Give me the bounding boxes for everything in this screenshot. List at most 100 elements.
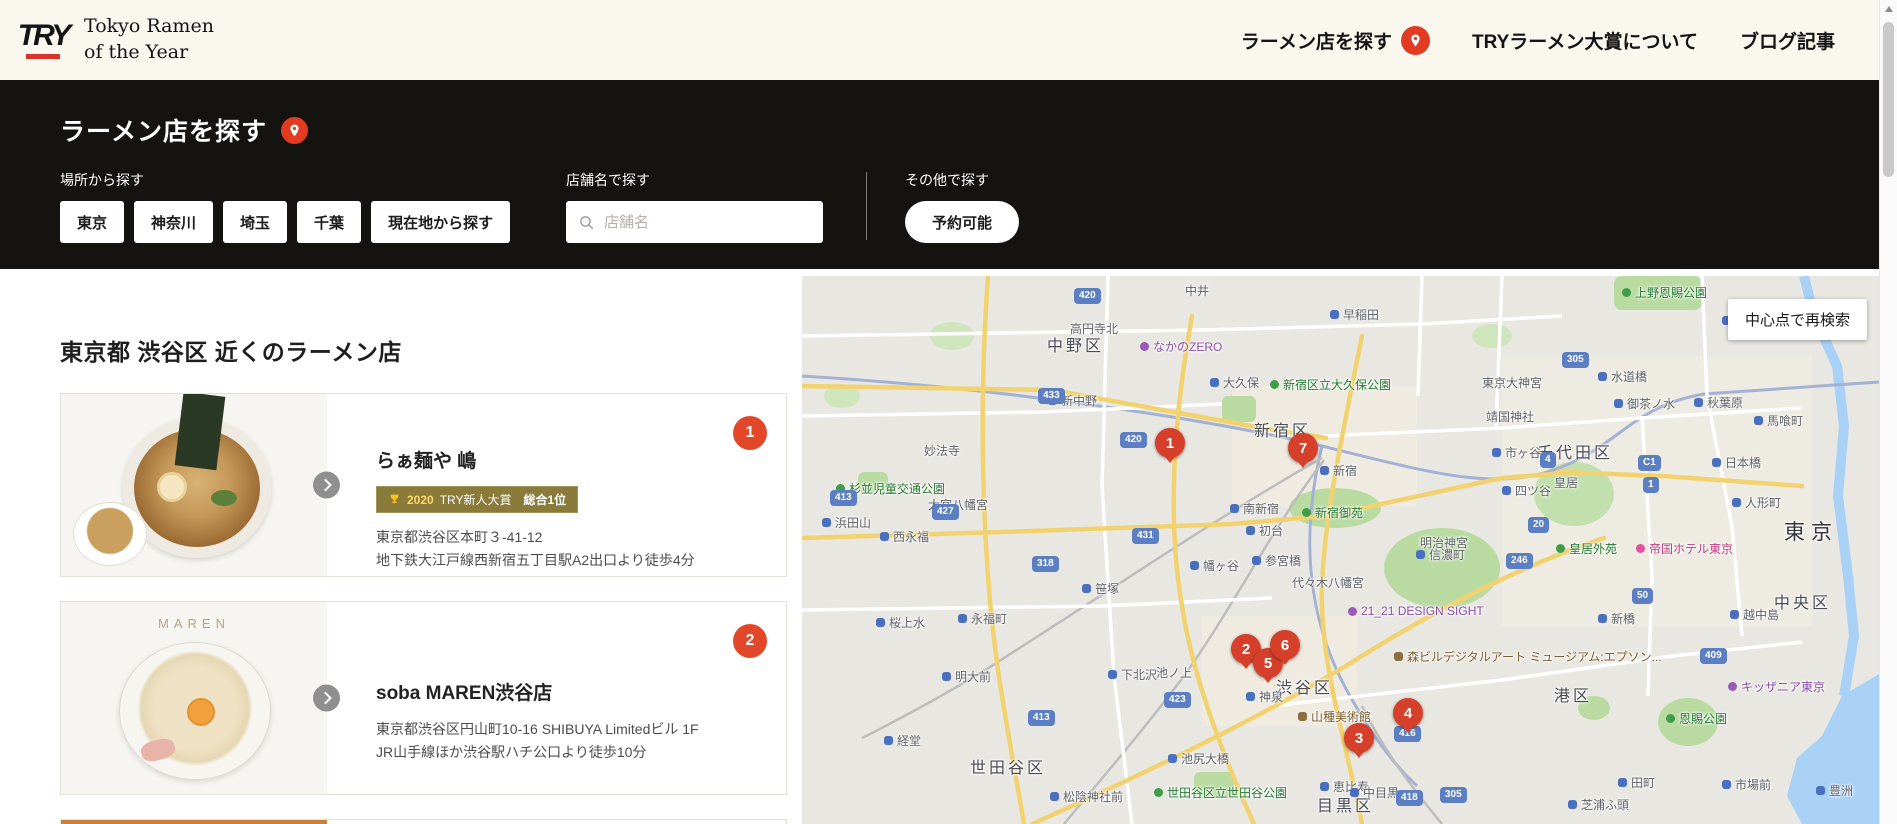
site-logo[interactable]: TRY Tokyo Ramen of the Year — [14, 11, 214, 69]
reservation-available-button[interactable]: 予約可能 — [905, 201, 1019, 243]
map-label-station: 田町 — [1618, 774, 1655, 791]
map[interactable]: 1234567中野区新宿区千代田区渋谷区世田谷区目黒区中央区港区東京豊洲高円寺北… — [802, 276, 1879, 824]
nav-item-find-shops-label: ラーメン店を探す — [1241, 27, 1392, 54]
map-label-station: 永福町 — [958, 610, 1007, 627]
map-label-station: 南新宿 — [1230, 500, 1279, 517]
map-marker-3[interactable]: 3 — [1344, 723, 1374, 753]
award-title: TRY新人大賞 — [440, 491, 512, 508]
try-logo-text: TRY — [18, 21, 68, 51]
site-header: TRY Tokyo Ramen of the Year ラーメン店を探す TRY… — [0, 0, 1879, 80]
map-label-park: 新宿区立大久保公園 — [1270, 376, 1391, 393]
route-shield-409: 409 — [1700, 648, 1727, 664]
nav-item-about-award[interactable]: TRYラーメン大賞について — [1472, 27, 1698, 54]
map-label-station: 芝浦ふ頭 — [1568, 796, 1629, 813]
map-label-station: 人形町 — [1732, 494, 1781, 511]
map-label-station: 下北沢 — [1108, 666, 1157, 683]
search-panel-title-row: ラーメン店を探す — [60, 112, 1879, 148]
route-shield-C1: C1 — [1638, 455, 1661, 471]
map-label-station: 初台 — [1246, 522, 1283, 539]
shop-address-block: 東京都渋谷区円山町10-16 SHIBUYA Limitedビル 1F JR山手… — [376, 718, 716, 764]
greens-topping — [211, 490, 237, 506]
egg-yolk-topping — [187, 698, 215, 726]
map-label-station: 市場前 — [1722, 776, 1771, 793]
route-shield-50: 50 — [1632, 588, 1653, 604]
location-button-4[interactable]: 現在地から探す — [371, 201, 510, 243]
map-label-place: 高円寺北 — [1070, 320, 1118, 337]
search-by-location: 場所から探す 東京神奈川埼玉千葉現在地から探す — [60, 170, 566, 243]
map-marker-1[interactable]: 1 — [1155, 428, 1185, 458]
page-scrollbar[interactable] — [1879, 0, 1897, 824]
map-label-station: 水道橋 — [1598, 368, 1647, 385]
site-title-line2: of the Year — [84, 40, 214, 66]
site-title: Tokyo Ramen of the Year — [84, 14, 214, 65]
shop-card-1[interactable]: 1 らぁ麺や 嶋 2020 TRY新人大賞 総合1位 東京都渋谷区本町３-41-… — [60, 393, 787, 577]
route-shield-1: 1 — [1643, 477, 1659, 493]
route-shield-413: 413 — [830, 490, 857, 506]
photo-next-button[interactable] — [313, 685, 340, 712]
shop-access: 地下鉄大江戸線西新宿五丁目駅A2出口より徒歩4分 — [376, 549, 716, 572]
map-label-city: 東京 — [1784, 516, 1838, 546]
header-nav: ラーメン店を探す TRYラーメン大賞について ブログ記事 — [1241, 26, 1835, 55]
map-label-park: 恩賜公園 — [1666, 710, 1727, 727]
route-shield-246: 246 — [1506, 553, 1533, 569]
scrollbar-thumb[interactable] — [1883, 22, 1894, 177]
map-label-poi: キッザニア東京 — [1728, 678, 1825, 695]
map-label-station: 日本橋 — [1712, 454, 1761, 471]
map-label-station: 四ツ谷 — [1502, 482, 1551, 499]
route-shield-413: 413 — [1028, 710, 1055, 726]
map-marker-7[interactable]: 7 — [1288, 433, 1318, 463]
photo-next-button[interactable] — [313, 472, 340, 499]
location-button-2[interactable]: 埼玉 — [223, 201, 287, 243]
route-shield-418: 418 — [1396, 790, 1423, 806]
map-label-station: 御茶ノ水 — [1614, 395, 1675, 412]
shop-name-input[interactable] — [604, 214, 811, 231]
map-label-station: 池尻大橋 — [1168, 750, 1229, 767]
route-shield-318: 318 — [1032, 556, 1059, 572]
shop-card-partial[interactable] — [60, 819, 787, 824]
map-label-park: 新宿御苑 — [1302, 504, 1363, 521]
map-label-poi: 21_21 DESIGN SIGHT — [1348, 604, 1484, 618]
shop-photo-partial — [61, 820, 327, 824]
map-label-station: 明大前 — [942, 668, 991, 685]
map-label-station: 西永福 — [880, 528, 929, 545]
map-label-station: 新橋 — [1598, 610, 1635, 627]
nav-item-blog[interactable]: ブログ記事 — [1740, 27, 1835, 54]
shop-name-search-box[interactable] — [566, 201, 823, 243]
nav-item-find-shops[interactable]: ラーメン店を探す — [1241, 26, 1430, 55]
shop-card-2[interactable]: MAREN 2 soba MAREN渋谷店 東京都渋谷区円山町10-16 SHI… — [60, 601, 787, 795]
map-label-district: 世田谷区 — [970, 754, 1046, 778]
location-button-1[interactable]: 神奈川 — [134, 201, 213, 243]
other-label: その他で探す — [905, 170, 1019, 190]
award-rank: 総合1位 — [524, 491, 567, 508]
location-button-0[interactable]: 東京 — [60, 201, 124, 243]
map-label-station: 幡ヶ谷 — [1190, 557, 1239, 574]
route-shield-427: 427 — [932, 504, 959, 520]
shop-info-1: らぁ麺や 嶋 2020 TRY新人大賞 総合1位 東京都渋谷区本町３-41-12… — [376, 446, 716, 572]
award-badge: 2020 TRY新人大賞 総合1位 — [376, 486, 578, 513]
shop-name[interactable]: らぁ麺や 嶋 — [376, 446, 716, 473]
map-overlays: 1234567中野区新宿区千代田区渋谷区世田谷区目黒区中央区港区東京豊洲高円寺北… — [802, 276, 1879, 824]
map-label-station: 馬喰町 — [1754, 412, 1803, 429]
nori-topping — [175, 394, 226, 470]
shop-name-label: 店舗名で探す — [566, 170, 866, 190]
location-button-3[interactable]: 千葉 — [297, 201, 361, 243]
map-marker-6[interactable]: 6 — [1270, 630, 1300, 660]
map-label-station: 越中島 — [1730, 606, 1779, 623]
panel-divider — [866, 172, 867, 240]
research-center-button[interactable]: 中心点で再検索 — [1728, 299, 1867, 340]
map-label-place: 東京大神宮 — [1482, 374, 1542, 391]
map-label-station: 豊洲 — [1816, 782, 1853, 799]
map-label-station: 中目黒 — [1350, 784, 1399, 801]
map-label-station: 秋葉原 — [1694, 394, 1743, 411]
map-marker-4[interactable]: 4 — [1393, 698, 1423, 728]
map-label-place: 皇居 — [1554, 474, 1578, 491]
map-label-station: 経堂 — [884, 732, 921, 749]
shop-name[interactable]: soba MAREN渋谷店 — [376, 678, 716, 705]
map-label-park: 皇居外苑 — [1556, 540, 1617, 557]
location-label: 場所から探す — [60, 170, 566, 190]
shop-photo-2: MAREN — [61, 602, 327, 794]
scrollbar-up-arrow[interactable] — [1880, 0, 1897, 18]
location-buttons: 東京神奈川埼玉千葉現在地から探す — [60, 201, 566, 243]
search-by-shop-name: 店舗名で探す — [566, 170, 866, 243]
shop-access: JR山手線ほか渋谷駅ハチ公口より徒歩10分 — [376, 741, 716, 764]
